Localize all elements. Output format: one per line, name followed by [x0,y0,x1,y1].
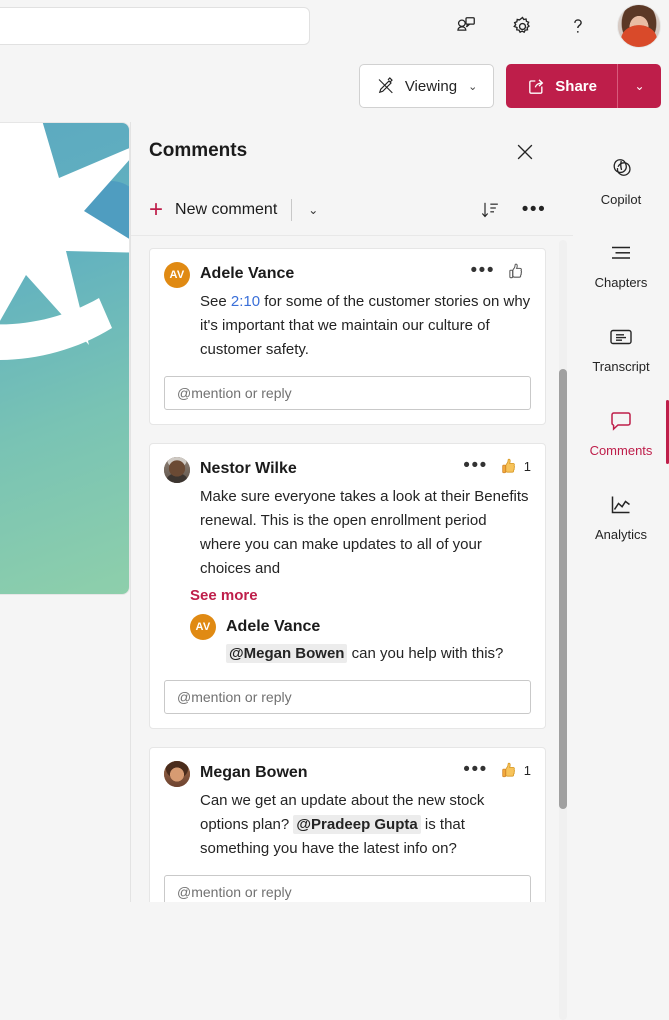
comments-toolbar: + New comment ⌄ ••• [131,184,573,236]
rail-label-transcript: Transcript [592,358,650,374]
right-rail: Copilot Chapters Transcript Comments Ana… [573,122,669,902]
video-thumbnail[interactable]: dership A [0,122,130,595]
avatar [164,457,190,483]
mention-chip[interactable]: @Pradeep Gupta [293,815,421,834]
rail-label-analytics: Analytics [594,526,648,542]
comment-body: Can we get an update about the new stock… [164,789,531,861]
rail-item-chapters[interactable]: Chapters [573,222,669,306]
comment-list: AV Adele Vance ••• See 2:10 for some of … [131,238,574,902]
like-button[interactable]: 1 [500,761,531,780]
reply-author: Adele Vance [226,617,321,635]
toolbar-divider [291,198,293,221]
comment-more-options-icon[interactable]: ••• [461,760,489,780]
avatar [164,761,190,787]
comments-panel: Comments + New comment ⌄ ••• AV Adele Va… [130,122,574,1020]
avatar-photo [618,5,660,47]
like-count: 1 [523,762,531,778]
feedback-icon[interactable] [449,9,483,43]
help-icon[interactable] [561,9,595,43]
comment-header: Megan Bowen ••• 1 [164,760,531,787]
sort-icon[interactable] [475,195,505,225]
viewing-label: Viewing [404,77,458,95]
more-options-label: ••• [521,198,547,220]
rail-label-chapters: Chapters [594,274,648,290]
comment-header: AV Adele Vance ••• [164,261,531,288]
reply-text-after-mention: can you help with this? [347,645,504,662]
transcript-icon [610,329,632,344]
reply-body: @Megan Bowen can you help with this? [190,642,531,666]
see-more-link[interactable]: See more [164,587,258,604]
comment-body: See 2:10 for some of the customer storie… [164,290,531,362]
burst-graphic-icon [0,123,129,360]
new-comment-label: New comment [175,200,278,218]
search-input[interactable] [0,7,310,45]
rail-item-analytics[interactable]: Analytics [573,474,669,558]
comment-actions: ••• 1 [461,456,531,476]
share-label: Share [555,77,597,95]
comment-more-options-icon[interactable]: ••• [461,456,489,476]
comment-author: Nestor Wilke [200,460,297,477]
topbar-icon-group [449,4,661,48]
close-icon[interactable] [509,136,541,168]
page-title: Comments [149,140,248,161]
rail-item-copilot[interactable]: Copilot [573,138,669,222]
avatar: AV [190,614,216,640]
rail-item-comments[interactable]: Comments [573,390,669,474]
rail-label-comments: Comments [589,442,653,458]
comments-scrollbar-thumb[interactable] [559,369,567,809]
reply-input[interactable] [164,376,531,410]
gear-icon[interactable] [505,9,539,43]
comment-text-before-link: See [200,293,231,310]
avatar: AV [164,262,190,288]
chevron-down-icon[interactable]: ⌄ [468,80,477,93]
thumbs-up-icon [502,762,515,777]
share-button-group: Share ⌄ [506,64,661,108]
comment-author: Adele Vance [200,265,295,282]
new-comment-chevron-down-icon[interactable]: ⌄ [302,199,324,221]
comments-icon [611,411,631,431]
like-button[interactable]: 1 [500,457,531,476]
reply-input[interactable] [164,875,531,902]
new-comment-button[interactable]: + New comment [149,195,278,223]
comment-actions: ••• [469,261,531,281]
mention-chip[interactable]: @Megan Bowen [226,644,348,663]
thumbs-up-icon [502,458,515,473]
more-options-icon[interactable]: ••• [519,195,549,225]
comment-card[interactable]: AV Adele Vance ••• See 2:10 for some of … [149,248,546,425]
timestamp-link[interactable]: 2:10 [231,293,260,310]
action-row: Viewing ⌄ Share ⌄ [358,64,661,108]
share-chevron-down-icon[interactable]: ⌄ [617,64,661,108]
plus-icon: + [149,195,164,223]
comment-author: Megan Bowen [200,764,308,781]
like-button[interactable] [507,262,531,281]
analytics-icon [611,496,630,513]
comment-actions: ••• 1 [461,760,531,780]
comment-reply: AV Adele Vance @Megan Bowen can you help… [164,613,531,666]
comment-header: Nestor Wilke ••• 1 [164,456,531,483]
comment-card[interactable]: Megan Bowen ••• 1 Can we get an update a… [149,747,546,902]
share-button[interactable]: Share [506,64,617,108]
comment-card[interactable]: Nestor Wilke ••• 1 Make sure everyone ta… [149,443,546,729]
comment-body: Make sure everyone takes a look at their… [200,488,529,577]
comment-more-options-icon[interactable]: ••• [469,261,497,281]
rail-label-copilot: Copilot [600,191,642,207]
comments-panel-header: Comments [131,122,573,184]
reply-header: AV Adele Vance [190,613,531,640]
thumbs-up-icon [509,263,523,278]
copilot-icon [613,158,631,176]
like-count: 1 [523,458,531,474]
reply-input[interactable] [164,680,531,714]
rail-item-transcript[interactable]: Transcript [573,306,669,390]
avatar[interactable] [617,4,661,48]
chapters-icon [612,246,630,259]
viewing-mode-button[interactable]: Viewing ⌄ [358,64,495,108]
top-bar: Viewing ⌄ Share ⌄ [0,0,669,120]
comments-scrollbar-track[interactable] [559,240,567,1020]
